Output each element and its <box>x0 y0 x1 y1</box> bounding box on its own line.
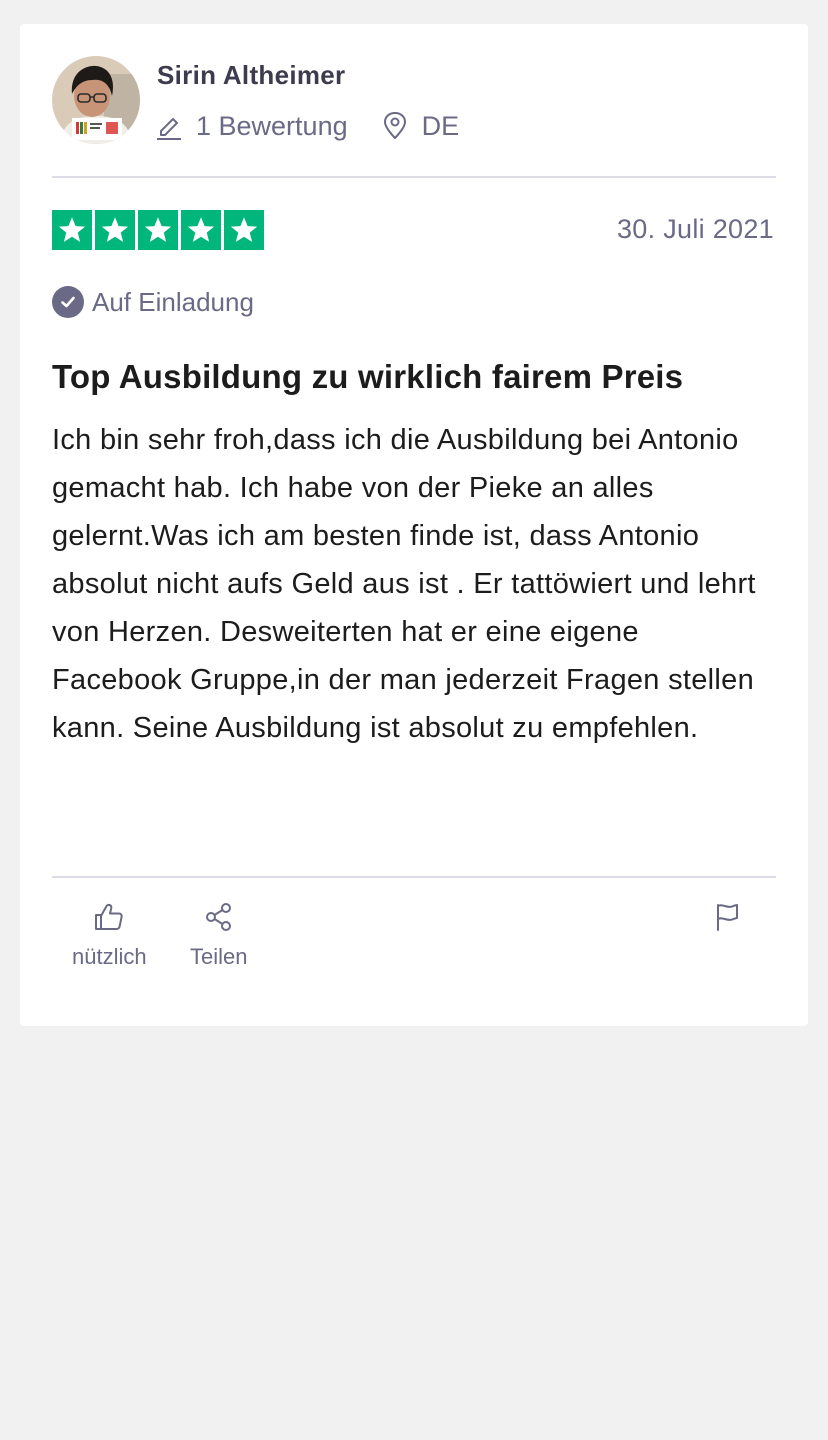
review-card: Sirin Altheimer 1 Bewertung DE 30. Juli … <box>20 24 808 1026</box>
footer-divider <box>52 876 776 878</box>
star-icon <box>181 210 221 250</box>
avatar[interactable] <box>52 56 140 144</box>
check-circle-icon <box>52 286 84 318</box>
review-title[interactable]: Top Ausbildung zu wirklich fairem Preis <box>52 358 683 396</box>
review-count: 1 Bewertung <box>156 111 348 142</box>
star-icon <box>138 210 178 250</box>
country-label: DE <box>421 110 460 141</box>
share-icon <box>204 902 234 944</box>
reviewer-country: DE <box>382 110 460 142</box>
thumbs-up-icon <box>94 902 124 944</box>
star-icon <box>95 210 135 250</box>
location-pin-icon <box>382 112 408 140</box>
header-divider <box>52 176 776 178</box>
share-label: Teilen <box>190 944 248 969</box>
star-icon <box>224 210 264 250</box>
invited-badge[interactable]: Auf Einladung <box>52 286 254 318</box>
useful-label: nützlich <box>72 944 147 969</box>
avatar-image <box>52 56 140 144</box>
share-button[interactable]: Teilen <box>190 902 247 970</box>
reviewer-meta: 1 Bewertung DE <box>156 108 459 144</box>
useful-button[interactable]: nützlich <box>72 902 147 970</box>
review-body: Ich bin sehr froh,dass ich die Ausbildun… <box>52 424 756 744</box>
star-rating <box>52 210 264 250</box>
invited-label: Auf Einladung <box>92 286 254 317</box>
report-button[interactable] <box>714 902 742 944</box>
review-date: 30. Juli 2021 <box>616 214 774 244</box>
reviewer-name[interactable]: Sirin Altheimer <box>157 60 345 91</box>
review-count-label: 1 Bewertung <box>196 110 348 141</box>
pencil-icon <box>156 112 182 140</box>
star-icon <box>52 210 92 250</box>
flag-icon <box>714 902 742 944</box>
